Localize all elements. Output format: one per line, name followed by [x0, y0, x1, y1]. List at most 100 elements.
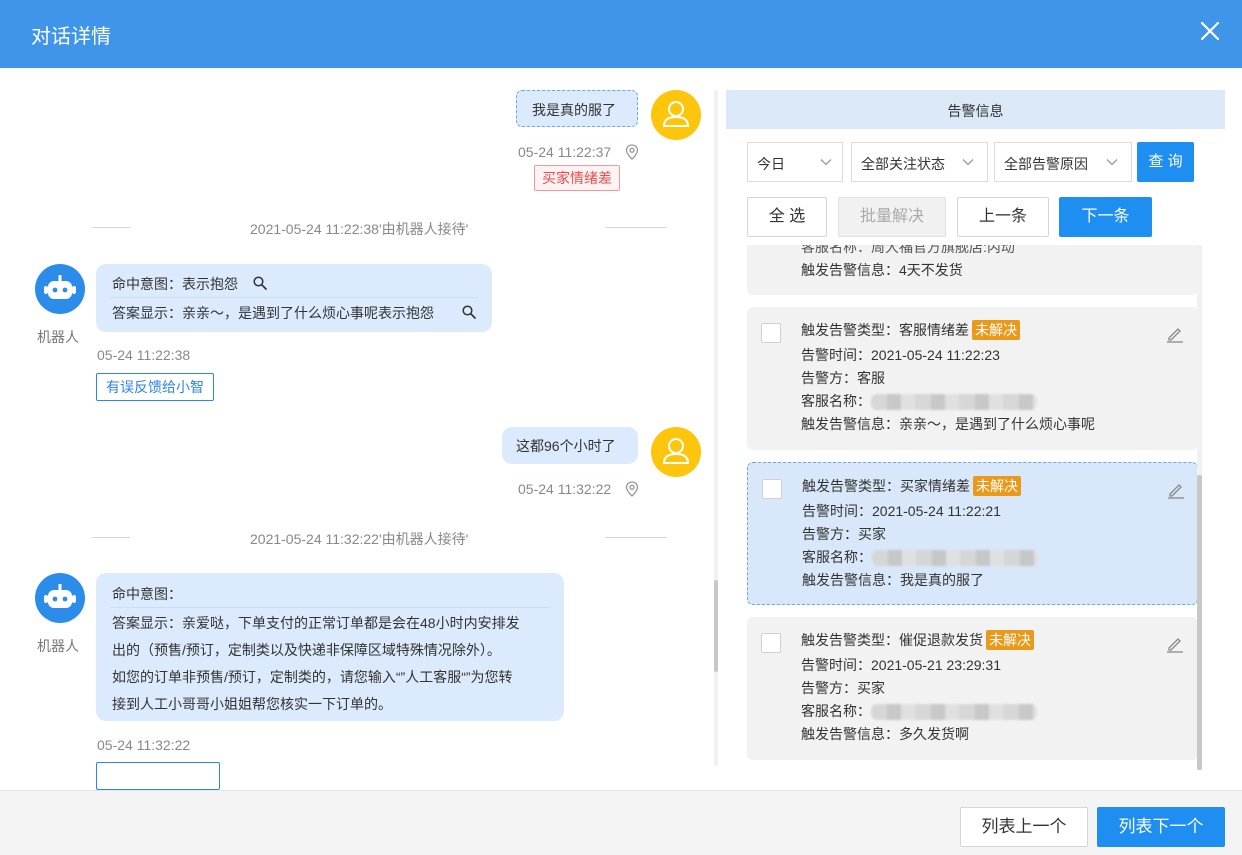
alert-info-text: 触发告警信息：多久发货啊: [801, 726, 969, 742]
edit-icon[interactable]: [1166, 635, 1184, 653]
alert-checkbox[interactable]: [761, 633, 781, 653]
focus-status-select[interactable]: 全部关注状态: [851, 142, 988, 182]
alert-info-text: 触发告警信息：亲亲～，是遇到了什么烦心事呢: [801, 416, 1095, 432]
divider-line: [92, 227, 130, 228]
alert-time-text: 告警时间：2021-05-24 11:22:21: [802, 503, 1001, 519]
service-name-label: 客服名称：: [801, 703, 871, 719]
alert-checkbox[interactable]: [761, 323, 781, 343]
chat-scrollbar-thumb[interactable]: [714, 580, 718, 672]
alert-party-text: 告警方：客服: [801, 370, 885, 386]
bubble-separator: [110, 297, 478, 298]
feedback-button[interactable]: 有误反馈给小智: [96, 373, 214, 401]
alert-panel-title: 告警信息: [947, 103, 1004, 119]
intent-text: 命中意图：: [112, 586, 182, 602]
alert-party-text: 告警方：买家: [802, 526, 886, 542]
dialog-footer: 列表上一个 列表下一个: [0, 790, 1242, 855]
alert-time-text: 告警时间：2021-05-21 23:29:31: [801, 657, 1001, 673]
alert-reason-value: 全部告警原因: [1004, 156, 1088, 172]
date-filter-value: 今日: [757, 156, 785, 172]
alert-list[interactable]: 客服名称：周大福官方旗舰店:丙动 触发告警信息：4天不发货 触发告警类型：客服情…: [726, 245, 1225, 770]
edit-icon[interactable]: [1167, 481, 1185, 499]
message-text: 这都96个小时了: [516, 438, 616, 454]
message-timestamp: 05-24 11:22:38: [97, 347, 191, 363]
session-divider-text: 2021-05-24 11:22:38'由机器人接待': [250, 221, 469, 237]
user-message-bubble: 我是真的服了: [516, 90, 638, 127]
service-name-row: 客服名称：: [801, 391, 1037, 411]
chat-panel[interactable]: 我是真的服了 05-24 11:22:37 买家情绪差 2021-05-24 1…: [0, 68, 712, 790]
alert-checkbox[interactable]: [762, 479, 782, 499]
redacted-name: [871, 704, 1037, 721]
alert-card[interactable]: 触发告警类型：客服情绪差 未解决 告警时间：2021-05-24 11:22:23…: [747, 307, 1198, 450]
alert-type-text: 触发告警类型：买家情绪差: [802, 478, 970, 494]
alert-scrollbar-thumb[interactable]: [1197, 475, 1202, 770]
focus-status-value: 全部关注状态: [861, 156, 945, 172]
prev-alert-button[interactable]: 上一条: [957, 197, 1049, 237]
edit-icon[interactable]: [1166, 325, 1184, 343]
answer-line: 如您的订单非预售/预订，定制类的，请您输入“”人工客服“”为您转: [112, 669, 513, 685]
intent-text: 命中意图：表示抱怨: [112, 276, 238, 292]
alert-card-active[interactable]: 触发告警类型：买家情绪差 未解决 告警时间：2021-05-24 11:22:21…: [747, 462, 1198, 605]
user-message-bubble: 这都96个小时了: [502, 427, 638, 464]
alert-party-text: 告警方：买家: [801, 680, 885, 696]
status-badge: 未解决: [972, 320, 1020, 340]
alert-panel: 告警信息 今日 全部关注状态 全部告警原因 查 询 全 选 批量解决 上一条 下…: [726, 90, 1225, 770]
robot-label: 机器人: [37, 329, 79, 345]
redacted-name: [872, 550, 1038, 567]
alert-time-text: 告警时间：2021-05-24 11:22:23: [801, 347, 1000, 363]
close-icon[interactable]: [1198, 19, 1222, 43]
robot-label: 机器人: [37, 638, 79, 654]
next-alert-button[interactable]: 下一条: [1059, 197, 1152, 237]
robot-avatar-icon: [35, 573, 85, 623]
divider-line: [605, 227, 667, 228]
message-timestamp: 05-24 11:32:22: [518, 481, 612, 497]
service-name-row: 客服名称：: [802, 547, 1038, 567]
alert-type-row: 触发告警类型：客服情绪差 未解决: [801, 320, 1020, 340]
divider-line: [92, 537, 130, 538]
session-divider-text: 2021-05-24 11:32:22'由机器人接待': [250, 531, 469, 547]
answer-text: 答案显示：亲亲～，是遇到了什么烦心事呢表示抱怨: [112, 305, 434, 321]
message-timestamp: 05-24 11:22:37: [518, 144, 612, 160]
answer-line: 答案显示：亲爱哒，下单支付的正常订单都是会在48小时内安排发: [112, 615, 520, 631]
user-avatar-icon: [651, 427, 701, 477]
search-icon[interactable]: [462, 305, 476, 319]
service-name-row: 客服名称：: [801, 701, 1037, 721]
message-timestamp: 05-24 11:32:22: [97, 737, 191, 753]
service-name-text: 客服名称：周大福官方旗舰店:丙动: [801, 245, 1015, 255]
message-text: 我是真的服了: [532, 102, 616, 118]
list-next-button[interactable]: 列表下一个: [1097, 807, 1225, 847]
status-badge: 未解决: [973, 476, 1021, 496]
answer-line: 接到人工小哥哥小姐姐帮您核实一下订单的。: [112, 696, 392, 712]
list-prev-button[interactable]: 列表上一个: [960, 807, 1088, 847]
emotion-tag: 买家情绪差: [534, 165, 620, 191]
service-name-label: 客服名称：: [802, 549, 872, 565]
alert-type-row: 触发告警类型：催促退款发货 未解决: [801, 630, 1034, 650]
select-all-button[interactable]: 全 选: [747, 197, 827, 237]
alert-type-row: 触发告警类型：买家情绪差 未解决: [802, 476, 1021, 496]
chevron-down-icon: [1106, 159, 1118, 166]
robot-avatar-icon: [35, 264, 85, 314]
service-name-label: 客服名称：: [801, 393, 871, 409]
robot-message-bubble: 命中意图：表示抱怨 答案显示：亲亲～，是遇到了什么烦心事呢表示抱怨: [96, 264, 492, 332]
batch-resolve-button[interactable]: 批量解决: [838, 197, 946, 237]
date-filter-select[interactable]: 今日: [747, 142, 843, 182]
bubble-separator: [110, 607, 550, 608]
answer-line: 出的（预售/预订，定制类以及快递非保障区域特殊情况除外）。: [112, 642, 501, 658]
status-badge: 未解决: [986, 630, 1034, 650]
alert-card[interactable]: 触发告警类型：催促退款发货 未解决 告警时间：2021-05-21 23:29:3…: [747, 617, 1198, 760]
chevron-down-icon: [820, 159, 832, 166]
redacted-name: [871, 394, 1037, 411]
user-avatar-icon: [651, 90, 701, 140]
alert-reason-select[interactable]: 全部告警原因: [994, 142, 1132, 182]
dialog-title: 对话详情: [31, 26, 111, 48]
alert-info-text: 触发告警信息：我是真的服了: [802, 572, 984, 588]
location-pin-icon[interactable]: [625, 481, 639, 497]
alert-panel-header: 告警信息: [726, 90, 1225, 129]
dialog-header: 对话详情: [0, 0, 1242, 68]
query-button[interactable]: 查 询: [1137, 142, 1194, 182]
location-pin-icon[interactable]: [625, 144, 639, 160]
alert-card[interactable]: 客服名称：周大福官方旗舰店:丙动 触发告警信息：4天不发货: [747, 245, 1198, 295]
feedback-button[interactable]: [96, 762, 220, 790]
alert-type-text: 触发告警类型：客服情绪差: [801, 322, 969, 338]
alert-info-text: 触发告警信息：4天不发货: [801, 262, 963, 278]
search-icon[interactable]: [253, 276, 267, 290]
